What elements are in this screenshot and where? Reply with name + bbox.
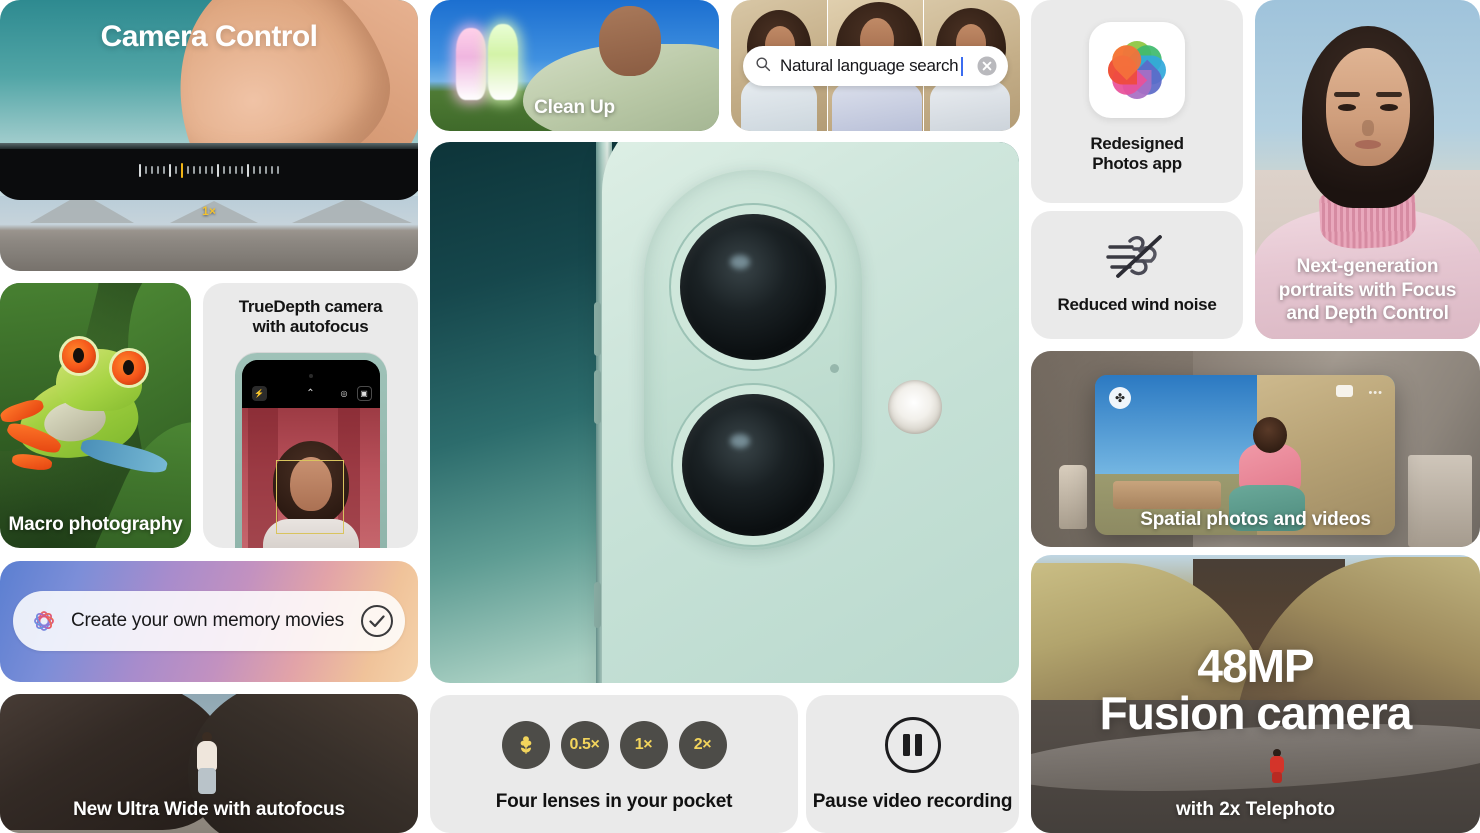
redesigned-photos-label: Redesigned Photos app (1031, 134, 1243, 173)
phone-screen: ⚡ ⌃ ◎ ▣ (241, 360, 380, 548)
portraits-line1: Next-generation (1296, 256, 1439, 278)
wide-lens-button[interactable]: 1× (619, 721, 668, 769)
next-gen-portraits-card[interactable]: Next-generation portraits with Focus and… (1255, 0, 1480, 339)
pause-video-card[interactable]: Pause video recording (806, 695, 1019, 833)
clean-up-caption: Clean Up (534, 97, 615, 118)
mantel-shape (1408, 455, 1472, 547)
four-lenses-card[interactable]: 0.5× 1× 2× Four lenses in your pocket (430, 695, 798, 833)
truedepth-title-line2: with autofocus (252, 316, 369, 336)
rooftop-shape (1113, 480, 1221, 510)
camera-viewfinder (241, 408, 380, 548)
person-figure (1269, 748, 1285, 783)
head-shape (599, 6, 661, 76)
camera-control-button (594, 582, 601, 628)
person-figure (196, 732, 218, 798)
ultra-wide-card[interactable]: New Ultra Wide with autofocus (0, 694, 418, 833)
reduced-wind-noise-card[interactable]: Reduced wind noise (1031, 211, 1243, 339)
chevron-up-icon[interactable]: ⌃ (303, 386, 318, 401)
phone-mockup: ⚡ ⌃ ◎ ▣ (234, 353, 387, 548)
eye (1379, 104, 1398, 111)
frog-eye (112, 351, 146, 385)
macro-caption: Macro photography (8, 514, 183, 535)
camera-controls-bar: ⚡ ⌃ ◎ ▣ (241, 360, 380, 408)
fusion-line2: Fusion camera (1099, 686, 1413, 739)
next-gen-portraits-caption: Next-generation portraits with Focus and… (1255, 255, 1480, 325)
ultrawide-lens-button[interactable]: 0.5× (560, 721, 609, 769)
lens-selector[interactable]: 0.5× 1× 2× (430, 721, 798, 769)
fusion-camera-card[interactable]: 48MP Fusion camera with 2x Telephoto (1031, 555, 1480, 833)
zoom-slider[interactable] (139, 162, 279, 178)
macro-lens-button[interactable] (501, 721, 550, 769)
head-shape (1253, 416, 1287, 453)
redesigned-photos-card[interactable]: Redesigned Photos app (1031, 0, 1243, 203)
cleanup-highlight-figure (456, 28, 486, 100)
photos-app-icon[interactable] (1089, 22, 1185, 118)
microphone-hole (830, 364, 839, 373)
memory-movies-card[interactable]: Create your own memory movies (0, 561, 418, 682)
spatial-photos-card[interactable]: ✤ ••• Spatial photos and videos (1031, 351, 1480, 547)
flash-module (888, 380, 942, 434)
checkmark-circle-icon[interactable] (360, 604, 394, 638)
nose (1361, 120, 1374, 136)
face-shape (1325, 48, 1410, 166)
memory-movies-input[interactable]: Create your own memory movies (13, 591, 405, 651)
search-input[interactable]: Natural language search (743, 46, 1008, 86)
four-lenses-caption: Four lenses in your pocket (495, 791, 733, 812)
zoom-level-label: 1× (202, 204, 216, 218)
camera-control-card[interactable]: Camera Control 1× (0, 0, 418, 271)
feature-grid: Camera Control 1× Macro photography True… (0, 0, 1480, 833)
clean-up-card[interactable]: Clean Up (430, 0, 719, 131)
more-icon[interactable]: ••• (1368, 387, 1383, 399)
truedepth-camera-card[interactable]: TrueDepth camera with autofocus ⚡ ⌃ ◎ ▣ (203, 283, 418, 548)
live-photo-icon[interactable]: ◎ (337, 386, 352, 401)
eyebrow (1333, 92, 1360, 97)
front-camera-dot (308, 374, 313, 378)
natural-language-search-card[interactable]: Natural language search (731, 0, 1020, 131)
volume-button (594, 370, 601, 424)
iphone-camera-hero-card[interactable] (430, 142, 1019, 683)
spatial-toggle-icon[interactable]: ✤ (1109, 387, 1131, 409)
lips (1354, 140, 1381, 149)
macro-photography-card[interactable]: Macro photography (0, 283, 191, 548)
truedepth-title: TrueDepth camera with autofocus (203, 297, 418, 336)
video-icon[interactable] (1336, 385, 1353, 397)
clear-icon[interactable] (976, 55, 998, 77)
truedepth-title-line1: TrueDepth camera (238, 297, 383, 316)
search-icon (755, 56, 771, 77)
memory-movies-text: Create your own memory movies (71, 610, 344, 631)
wide-camera-lens (680, 214, 826, 360)
search-query-text: Natural language search (780, 56, 959, 75)
volume-button (594, 302, 601, 356)
spatial-photos-caption: Spatial photos and videos (1140, 509, 1371, 530)
fusion-camera-title: 48MP Fusion camera (1031, 643, 1480, 737)
eye (1337, 104, 1356, 111)
capture-mode-icon[interactable]: ▣ (356, 386, 372, 401)
text-cursor (961, 56, 964, 76)
pause-icon[interactable] (884, 717, 941, 773)
redesigned-photos-line2: Photos app (1092, 153, 1182, 173)
fusion-camera-subtitle: with 2x Telephoto (1175, 799, 1336, 820)
apple-intelligence-icon (29, 606, 59, 636)
redesigned-photos-line1: Redesigned (1090, 134, 1184, 153)
ultra-wide-caption: New Ultra Wide with autofocus (73, 799, 345, 820)
flower-icon (520, 736, 531, 754)
telephoto-lens-button[interactable]: 2× (678, 721, 727, 769)
face-detection-box (275, 460, 344, 534)
phone-edge (0, 143, 418, 200)
eyebrow (1375, 92, 1402, 97)
portraits-line3: and Depth Control (1286, 302, 1449, 324)
ultrawide-camera-lens (682, 394, 824, 536)
reduced-wind-label: Reduced wind noise (1057, 295, 1217, 314)
camera-control-title: Camera Control (100, 20, 318, 53)
wind-noise-off-icon (1100, 227, 1174, 285)
frog-eye (62, 339, 96, 373)
fusion-line1: 48MP (1197, 640, 1314, 692)
portraits-line2: portraits with Focus (1278, 279, 1457, 301)
flash-icon[interactable]: ⚡ (251, 386, 267, 401)
pause-video-caption: Pause video recording (812, 791, 1013, 812)
